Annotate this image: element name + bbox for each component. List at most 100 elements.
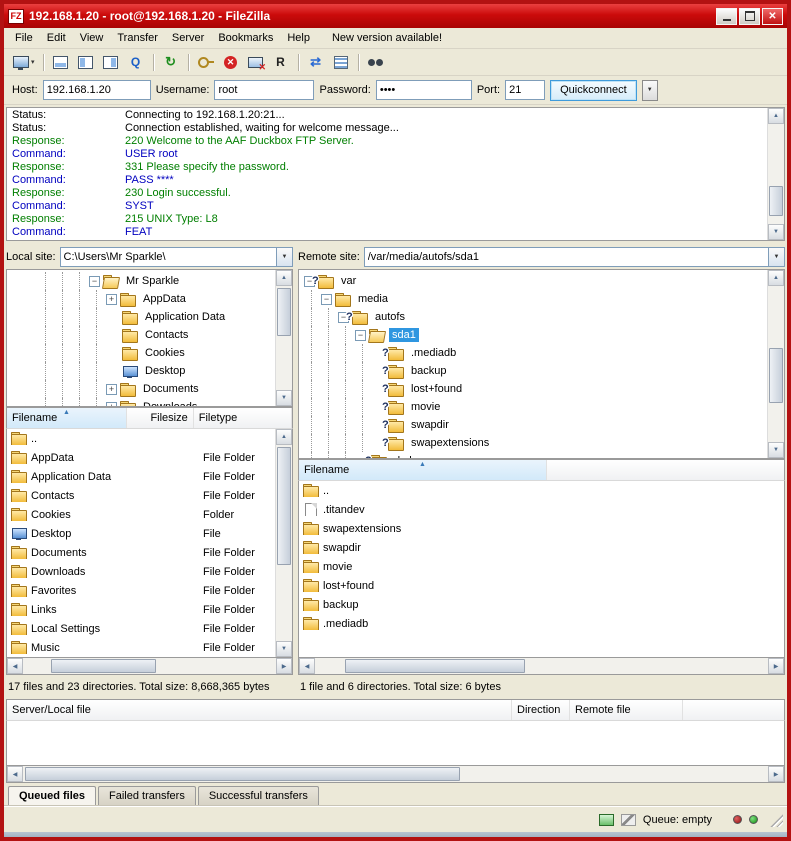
port-input[interactable] xyxy=(505,80,545,100)
tree-item-lost-found[interactable]: ?lost+found xyxy=(299,380,767,398)
file-row-up[interactable]: .. xyxy=(299,481,784,500)
maximize-button[interactable] xyxy=(739,8,760,25)
menu-edit[interactable]: Edit xyxy=(40,29,73,47)
titlebar[interactable]: 192.168.1.20 - root@192.168.1.20 - FileZ… xyxy=(4,4,787,28)
new-version-notice[interactable]: New version available! xyxy=(325,29,449,47)
tree-item-var[interactable]: −?var xyxy=(299,272,767,290)
toggle-local-tree-button[interactable] xyxy=(74,51,98,73)
file-search-button[interactable] xyxy=(364,51,388,73)
menu-help[interactable]: Help xyxy=(280,29,317,47)
column-header-direction[interactable]: Direction xyxy=(512,700,570,720)
file-row-titandev[interactable]: .titandev xyxy=(299,500,784,519)
file-row-contacts[interactable]: ContactsFile Folder xyxy=(7,486,275,505)
file-row-favorites[interactable]: FavoritesFile Folder xyxy=(7,581,275,600)
file-row-music[interactable]: MusicFile Folder xyxy=(7,638,275,657)
menu-bookmarks[interactable]: Bookmarks xyxy=(211,29,280,47)
menu-view[interactable]: View xyxy=(73,29,111,47)
password-input[interactable] xyxy=(376,80,472,100)
toggle-queue-button[interactable]: Q xyxy=(124,51,148,73)
remote-list-hscrollbar[interactable] xyxy=(298,658,785,675)
file-row-cookies[interactable]: CookiesFolder xyxy=(7,505,275,524)
scroll-up-button[interactable] xyxy=(768,270,784,286)
file-row-up[interactable]: .. xyxy=(7,429,275,448)
synchronized-browsing-button[interactable]: ⇄ xyxy=(304,51,328,73)
refresh-button[interactable]: ↻ xyxy=(159,51,183,73)
file-row-appdata[interactable]: AppDataFile Folder xyxy=(7,448,275,467)
scroll-right-button[interactable] xyxy=(768,766,784,782)
tree-item-downloads[interactable]: +Downloads xyxy=(33,398,275,406)
scroll-track[interactable] xyxy=(768,124,784,224)
column-header-server-local-file[interactable]: Server/Local file xyxy=(7,700,512,720)
scroll-left-button[interactable] xyxy=(7,766,23,782)
column-header-filename[interactable]: Filename xyxy=(7,408,127,428)
scroll-thumb[interactable] xyxy=(51,659,156,673)
tree-item-mr-sparkle[interactable]: −Mr Sparkle xyxy=(33,272,275,290)
remote-path-input[interactable] xyxy=(364,247,768,267)
expand-icon[interactable]: + xyxy=(106,402,117,407)
tree-item-swapextensions[interactable]: ?swapextensions xyxy=(299,434,767,452)
file-row-application-data[interactable]: Application DataFile Folder xyxy=(7,467,275,486)
menu-transfer[interactable]: Transfer xyxy=(110,29,165,47)
tree-item-appdata[interactable]: +AppData xyxy=(33,290,275,308)
scroll-track[interactable] xyxy=(23,766,768,782)
scroll-down-button[interactable] xyxy=(768,224,784,240)
resize-grip[interactable] xyxy=(769,813,783,827)
remote-tree-scrollbar[interactable] xyxy=(767,270,784,458)
disconnect-button[interactable] xyxy=(244,51,268,73)
scroll-thumb[interactable] xyxy=(769,186,783,216)
column-header-remote-file[interactable]: Remote file xyxy=(570,700,683,720)
scroll-track[interactable] xyxy=(23,658,276,674)
file-row-downloads[interactable]: DownloadsFile Folder xyxy=(7,562,275,581)
expand-icon[interactable]: + xyxy=(106,384,117,395)
directory-comparison-button[interactable] xyxy=(329,51,353,73)
tree-item-movie[interactable]: ?movie xyxy=(299,398,767,416)
scroll-right-button[interactable] xyxy=(768,658,784,674)
local-list-hscrollbar[interactable] xyxy=(6,658,293,675)
tree-item-cookies[interactable]: Cookies xyxy=(33,344,275,362)
scroll-down-button[interactable] xyxy=(276,641,292,657)
local-path-dropdown-button[interactable] xyxy=(276,247,293,267)
tree-item-swapdir[interactable]: ?swapdir xyxy=(299,416,767,434)
tree-item-documents[interactable]: +Documents xyxy=(33,380,275,398)
collapse-icon[interactable]: − xyxy=(89,276,100,287)
tab-queued-files[interactable]: Queued files xyxy=(8,786,96,806)
file-row-swapextensions[interactable]: swapextensions xyxy=(299,519,784,538)
tree-item-contacts[interactable]: Contacts xyxy=(33,326,275,344)
tab-successful-transfers[interactable]: Successful transfers xyxy=(198,786,319,806)
column-header-filesize[interactable]: Filesize xyxy=(127,408,194,428)
column-header-filename[interactable]: Filename xyxy=(299,460,547,480)
file-row-backup[interactable]: backup xyxy=(299,595,784,614)
scroll-up-button[interactable] xyxy=(276,429,292,445)
file-row-lost-found[interactable]: lost+found xyxy=(299,576,784,595)
menu-file[interactable]: File xyxy=(8,29,40,47)
file-row-mediadb[interactable]: .mediadb xyxy=(299,614,784,633)
close-button[interactable] xyxy=(762,8,783,25)
file-row-movie[interactable]: movie xyxy=(299,557,784,576)
file-row-desktop[interactable]: DesktopFile xyxy=(7,524,275,543)
log-scrollbar[interactable] xyxy=(767,108,784,240)
reconnect-button[interactable]: R xyxy=(269,51,293,73)
remote-path-dropdown-button[interactable] xyxy=(768,247,785,267)
scroll-thumb[interactable] xyxy=(769,348,783,403)
local-path-input[interactable] xyxy=(60,247,276,267)
username-input[interactable] xyxy=(214,80,314,100)
tree-item-media[interactable]: −media xyxy=(299,290,767,308)
local-list-scrollbar[interactable] xyxy=(275,429,292,657)
cancel-operation-button[interactable]: ✕ xyxy=(219,51,243,73)
scroll-thumb[interactable] xyxy=(277,288,291,336)
host-input[interactable] xyxy=(43,80,151,100)
collapse-icon[interactable]: − xyxy=(321,294,332,305)
scroll-up-button[interactable] xyxy=(276,270,292,286)
scroll-right-button[interactable] xyxy=(276,658,292,674)
scroll-up-button[interactable] xyxy=(768,108,784,124)
local-tree-scrollbar[interactable] xyxy=(275,270,292,406)
tree-item-backup[interactable]: ?backup xyxy=(299,362,767,380)
scroll-thumb[interactable] xyxy=(25,767,460,781)
scroll-track[interactable] xyxy=(768,286,784,442)
scroll-left-button[interactable] xyxy=(299,658,315,674)
file-row-documents[interactable]: DocumentsFile Folder xyxy=(7,543,275,562)
minimize-button[interactable] xyxy=(716,8,737,25)
scroll-track[interactable] xyxy=(276,445,292,641)
scroll-track[interactable] xyxy=(315,658,768,674)
scroll-left-button[interactable] xyxy=(7,658,23,674)
